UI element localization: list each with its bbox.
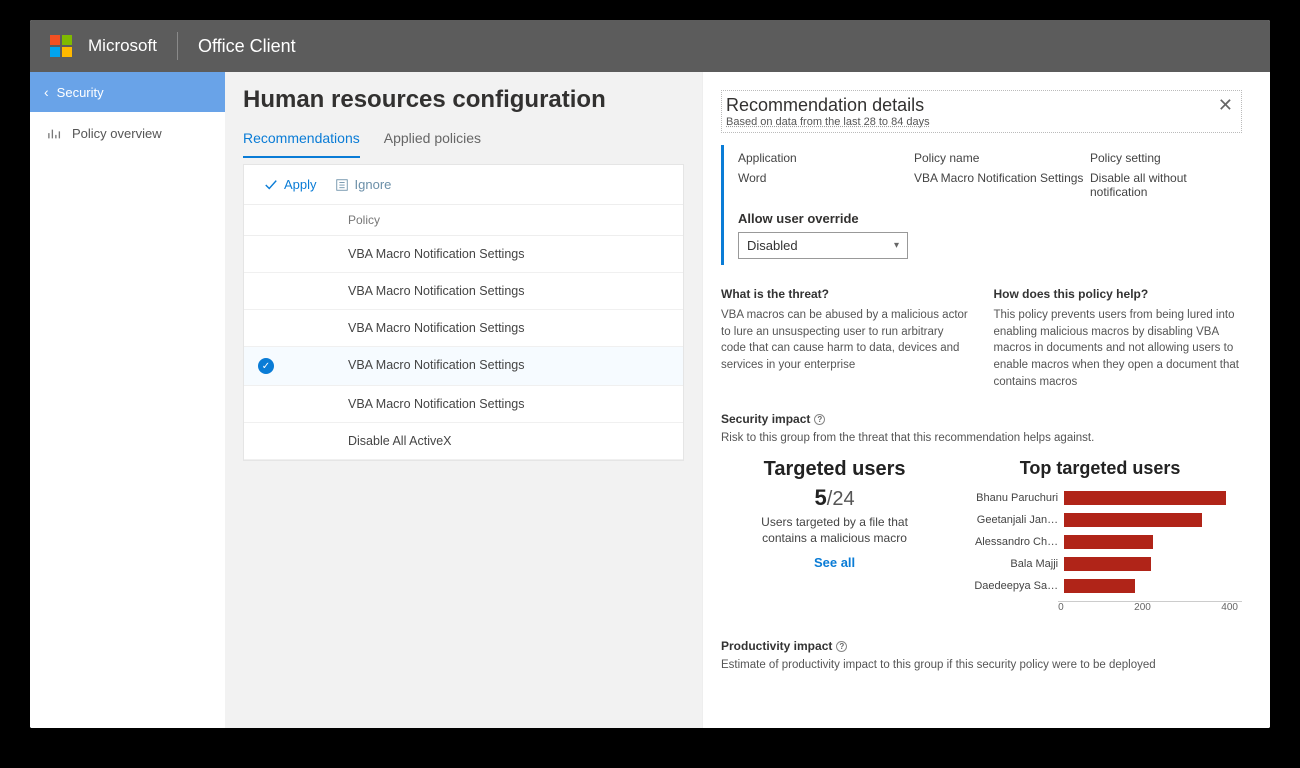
- chart-title: Top targeted users: [958, 458, 1242, 479]
- chart-bar-label: Geetanjali Jan…: [958, 514, 1058, 526]
- chevron-left-icon: ‹: [44, 84, 49, 100]
- security-impact-heading: Security impact: [721, 412, 810, 426]
- security-impact-section: Security impact ? Risk to this group fro…: [721, 412, 1242, 613]
- checkmark-icon: ✓: [258, 358, 274, 374]
- ignore-label: Ignore: [355, 177, 392, 192]
- table-row[interactable]: Disable All ActiveX: [244, 423, 683, 460]
- help-body: This policy prevents users from being lu…: [994, 307, 1243, 390]
- productivity-sub: Estimate of productivity impact to this …: [721, 659, 1242, 671]
- chart-tick: 400: [1221, 602, 1238, 613]
- row-policy: VBA Macro Notification Settings: [348, 247, 669, 261]
- table-row[interactable]: VBA Macro Notification Settings: [244, 236, 683, 273]
- chart-bar-row: Bala Majji: [958, 553, 1242, 575]
- chart-bar-label: Alessandro Ch…: [958, 536, 1058, 548]
- chart-tick: 200: [1134, 602, 1151, 613]
- targeted-title: Targeted users: [721, 458, 948, 481]
- apply-button[interactable]: Apply: [258, 173, 323, 196]
- row-policy: Disable All ActiveX: [348, 434, 669, 448]
- security-impact-sub: Risk to this group from the threat that …: [721, 432, 1242, 444]
- table-row[interactable]: VBA Macro Notification Settings: [244, 273, 683, 310]
- brand-label: Microsoft: [88, 36, 157, 56]
- product-label: Office Client: [198, 36, 296, 57]
- meta-policy-setting-value: Disable all without notification: [1090, 171, 1242, 199]
- chart-bars: Bhanu Paruchuri Geetanjali Jan… Alessandro…: [958, 487, 1242, 597]
- chevron-down-icon: ▾: [894, 240, 899, 251]
- page-title: Human resources configuration: [243, 86, 684, 114]
- productivity-heading: Productivity impact: [721, 639, 832, 653]
- info-icon[interactable]: ?: [836, 641, 847, 652]
- meta-policy-name-label: Policy name: [914, 151, 1084, 165]
- row-policy: VBA Macro Notification Settings: [348, 284, 669, 298]
- detail-header: Recommendation details Based on data fro…: [721, 90, 1242, 133]
- targeted-caption: Users targeted by a file that contains a…: [745, 515, 925, 546]
- breadcrumb-back[interactable]: ‹ Security: [30, 72, 225, 112]
- close-button[interactable]: ✕: [1218, 95, 1233, 116]
- chart-bar-label: Bhanu Paruchuri: [958, 492, 1058, 504]
- col-policy: Policy: [348, 213, 669, 227]
- tabs: Recommendations Applied policies: [243, 124, 684, 158]
- close-icon: ✕: [1218, 95, 1233, 115]
- override-value: Disabled: [747, 238, 798, 253]
- main-content: Human resources configuration Recommenda…: [225, 72, 702, 728]
- check-icon: [264, 178, 278, 192]
- table-row[interactable]: VBA Macro Notification Settings: [244, 386, 683, 423]
- help-title: How does this policy help?: [994, 287, 1243, 301]
- row-policy: VBA Macro Notification Settings: [348, 321, 669, 335]
- tab-recommendations[interactable]: Recommendations: [243, 124, 360, 158]
- header-divider: [177, 32, 178, 60]
- row-policy: VBA Macro Notification Settings: [348, 397, 669, 411]
- list-toolbar: Apply Ignore: [244, 165, 683, 205]
- chart-bar-row: Geetanjali Jan…: [958, 509, 1242, 531]
- see-all-link[interactable]: See all: [721, 555, 948, 570]
- sidebar-item-policy-overview[interactable]: Policy overview: [30, 112, 225, 155]
- threat-body: VBA macros can be abused by a malicious …: [721, 307, 970, 374]
- recommendation-list: Apply Ignore Policy: [243, 164, 684, 461]
- productivity-impact-section: Productivity impact ? Estimate of produc…: [721, 639, 1242, 671]
- detail-subtitle: Based on data from the last 28 to 84 day…: [726, 116, 930, 128]
- table-row[interactable]: ✓ VBA Macro Notification Settings: [244, 347, 683, 386]
- ignore-button[interactable]: Ignore: [329, 173, 398, 196]
- meta-policy-setting-label: Policy setting: [1090, 151, 1242, 165]
- detail-title: Recommendation details: [726, 95, 930, 116]
- override-select[interactable]: Disabled ▾: [738, 232, 908, 259]
- threat-title: What is the threat?: [721, 287, 970, 301]
- info-icon[interactable]: ?: [814, 414, 825, 425]
- global-header: Microsoft Office Client: [30, 20, 1270, 72]
- column-headers: Policy: [244, 205, 683, 236]
- chart-axis-ticks: 0 200 400: [1058, 602, 1242, 613]
- explainer-columns: What is the threat? VBA macros can be ab…: [721, 287, 1242, 390]
- meta-application-label: Application: [738, 151, 908, 165]
- tab-applied-policies[interactable]: Applied policies: [384, 124, 481, 158]
- bars-icon: [48, 128, 62, 140]
- row-policy: VBA Macro Notification Settings: [348, 358, 669, 374]
- app-frame: Microsoft Office Client ‹ Security Polic…: [30, 20, 1270, 728]
- chart-bar-fill: [1064, 491, 1226, 505]
- chart-bar-label: Bala Majji: [958, 558, 1058, 570]
- chart-tick: 0: [1058, 602, 1064, 613]
- chart-bar-row: Bhanu Paruchuri: [958, 487, 1242, 509]
- meta-policy-name-value: VBA Macro Notification Settings: [914, 171, 1084, 199]
- chart-bar-fill: [1064, 535, 1153, 549]
- chart-bar-fill: [1064, 513, 1202, 527]
- microsoft-logo-icon: [50, 35, 72, 57]
- chart-bar-fill: [1064, 557, 1151, 571]
- chart-bar-fill: [1064, 579, 1135, 593]
- list-icon: [335, 178, 349, 192]
- breadcrumb-label: Security: [57, 85, 104, 100]
- sidebar-item-label: Policy overview: [72, 126, 162, 141]
- apply-label: Apply: [284, 177, 317, 192]
- table-row[interactable]: VBA Macro Notification Settings: [244, 310, 683, 347]
- chart-bar-label: Daedeepya Sa…: [958, 580, 1058, 592]
- targeted-count: 5/24: [721, 485, 948, 511]
- targeted-users-metric: Targeted users 5/24 Users targeted by a …: [721, 458, 948, 569]
- policy-meta: Application Policy name Policy setting W…: [721, 145, 1242, 265]
- detail-panel: Recommendation details Based on data fro…: [702, 72, 1270, 728]
- chart-bar-row: Daedeepya Sa…: [958, 575, 1242, 597]
- chart-bar-row: Alessandro Ch…: [958, 531, 1242, 553]
- override-label: Allow user override: [738, 211, 1242, 226]
- meta-application-value: Word: [738, 171, 908, 199]
- top-targeted-chart: Top targeted users Bhanu Paruchuri Geetan…: [958, 458, 1242, 613]
- sidebar: ‹ Security Policy overview: [30, 72, 225, 728]
